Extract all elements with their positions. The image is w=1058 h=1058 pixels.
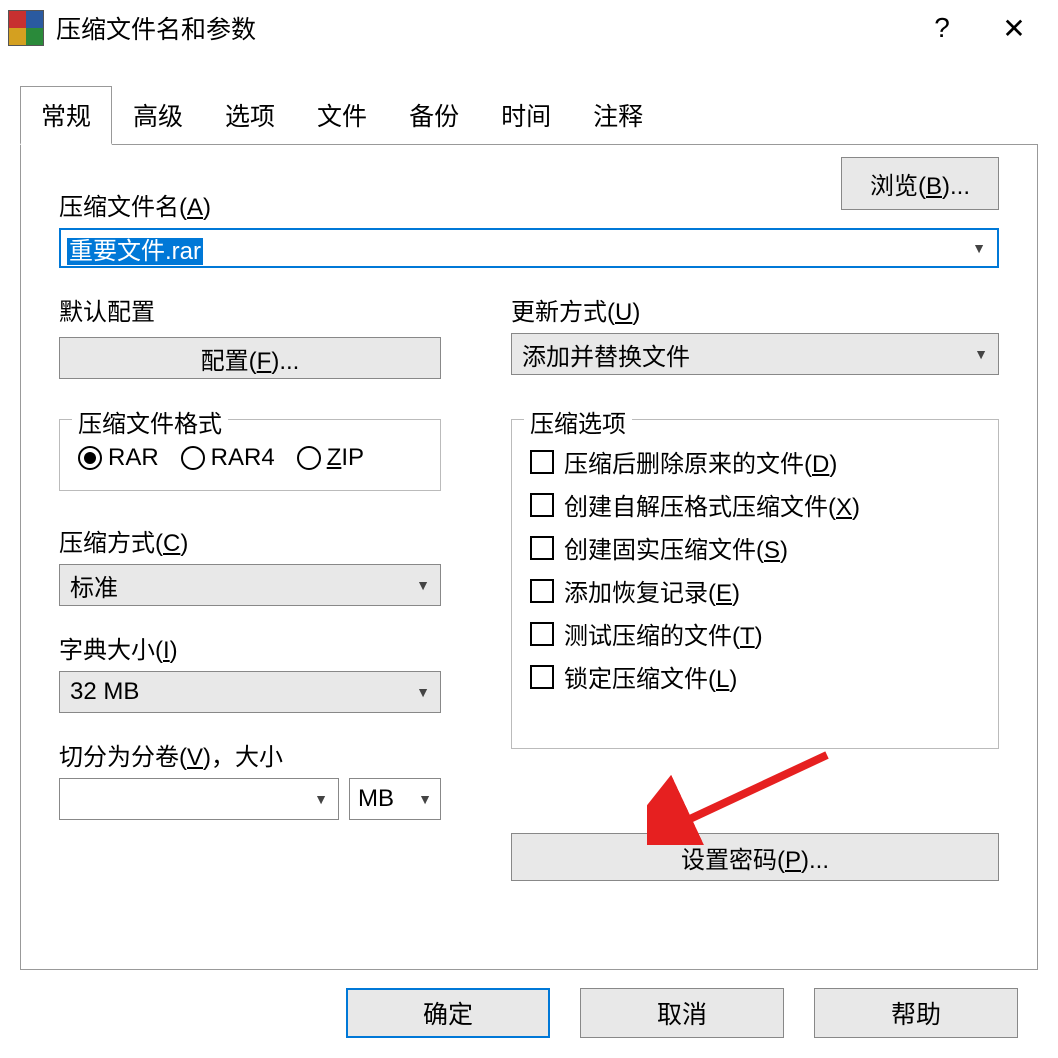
split-size-input[interactable]: ▼ <box>59 778 339 820</box>
tab-options[interactable]: 选项 <box>204 86 296 145</box>
profile-button[interactable]: 配置(F)... <box>59 337 441 379</box>
chevron-down-icon: ▼ <box>418 791 432 807</box>
tab-advanced[interactable]: 高级 <box>112 86 204 145</box>
format-legend: 压缩文件格式 <box>72 404 228 439</box>
ok-button[interactable]: 确定 <box>346 988 550 1038</box>
method-dropdown[interactable]: 标准 ▼ <box>59 564 441 606</box>
tab-content: 浏览(B)... 压缩文件名(A) 重要文件.rar ▼ 默认配置 配置(F).… <box>20 144 1038 970</box>
chevron-down-icon: ▼ <box>974 346 988 362</box>
update-mode-label: 更新方式(U) <box>511 292 999 327</box>
split-unit-dropdown[interactable]: MB ▼ <box>349 778 441 820</box>
archive-name-input: 重要文件.rar <box>61 229 961 268</box>
checkbox-lock[interactable]: 锁定压缩文件(L) <box>530 659 980 694</box>
app-icon <box>8 10 44 46</box>
method-label: 压缩方式(C) <box>59 523 441 558</box>
profile-label: 默认配置 <box>59 292 441 327</box>
options-legend: 压缩选项 <box>524 404 632 439</box>
radio-rar[interactable]: RAR <box>78 444 159 472</box>
dict-dropdown[interactable]: 32 MB ▼ <box>59 671 441 713</box>
archive-name-combo[interactable]: 重要文件.rar ▼ <box>59 228 999 268</box>
footer: 确定 取消 帮助 <box>0 970 1058 1038</box>
tab-time[interactable]: 时间 <box>480 86 572 145</box>
tab-files[interactable]: 文件 <box>296 86 388 145</box>
chevron-down-icon: ▼ <box>416 684 430 700</box>
radio-zip[interactable]: ZIP <box>297 444 364 472</box>
checkbox-test[interactable]: 测试压缩的文件(T) <box>530 616 980 651</box>
help-button[interactable]: 帮助 <box>814 988 1018 1038</box>
options-fieldset: 压缩选项 压缩后删除原来的文件(D) 创建自解压格式压缩文件(X) 创建固实压缩… <box>511 419 999 749</box>
chevron-down-icon: ▼ <box>416 577 430 593</box>
browse-button[interactable]: 浏览(B)... <box>841 157 999 210</box>
titlebar: 压缩文件名和参数 ? ✕ <box>0 0 1058 56</box>
window-title: 压缩文件名和参数 <box>56 10 906 46</box>
tab-bar: 常规 高级 选项 文件 备份 时间 注释 <box>0 86 1058 145</box>
format-fieldset: 压缩文件格式 RAR RAR4 ZIP <box>59 419 441 491</box>
chevron-down-icon: ▼ <box>314 791 328 807</box>
radio-rar4[interactable]: RAR4 <box>181 444 275 472</box>
tab-comment[interactable]: 注释 <box>572 86 664 145</box>
cancel-button[interactable]: 取消 <box>580 988 784 1038</box>
close-icon[interactable]: ✕ <box>978 0 1050 56</box>
update-mode-dropdown[interactable]: 添加并替换文件 ▼ <box>511 333 999 375</box>
help-icon[interactable]: ? <box>906 0 978 56</box>
checkbox-solid[interactable]: 创建固实压缩文件(S) <box>530 530 980 565</box>
chevron-down-icon[interactable]: ▼ <box>961 240 997 256</box>
dict-label: 字典大小(I) <box>59 630 441 665</box>
password-button[interactable]: 设置密码(P)... <box>511 833 999 881</box>
checkbox-delete-after[interactable]: 压缩后删除原来的文件(D) <box>530 444 980 479</box>
tab-backup[interactable]: 备份 <box>388 86 480 145</box>
checkbox-recovery[interactable]: 添加恢复记录(E) <box>530 573 980 608</box>
checkbox-sfx[interactable]: 创建自解压格式压缩文件(X) <box>530 487 980 522</box>
split-label: 切分为分卷(V)，大小 <box>59 737 441 772</box>
tab-general[interactable]: 常规 <box>20 86 112 145</box>
